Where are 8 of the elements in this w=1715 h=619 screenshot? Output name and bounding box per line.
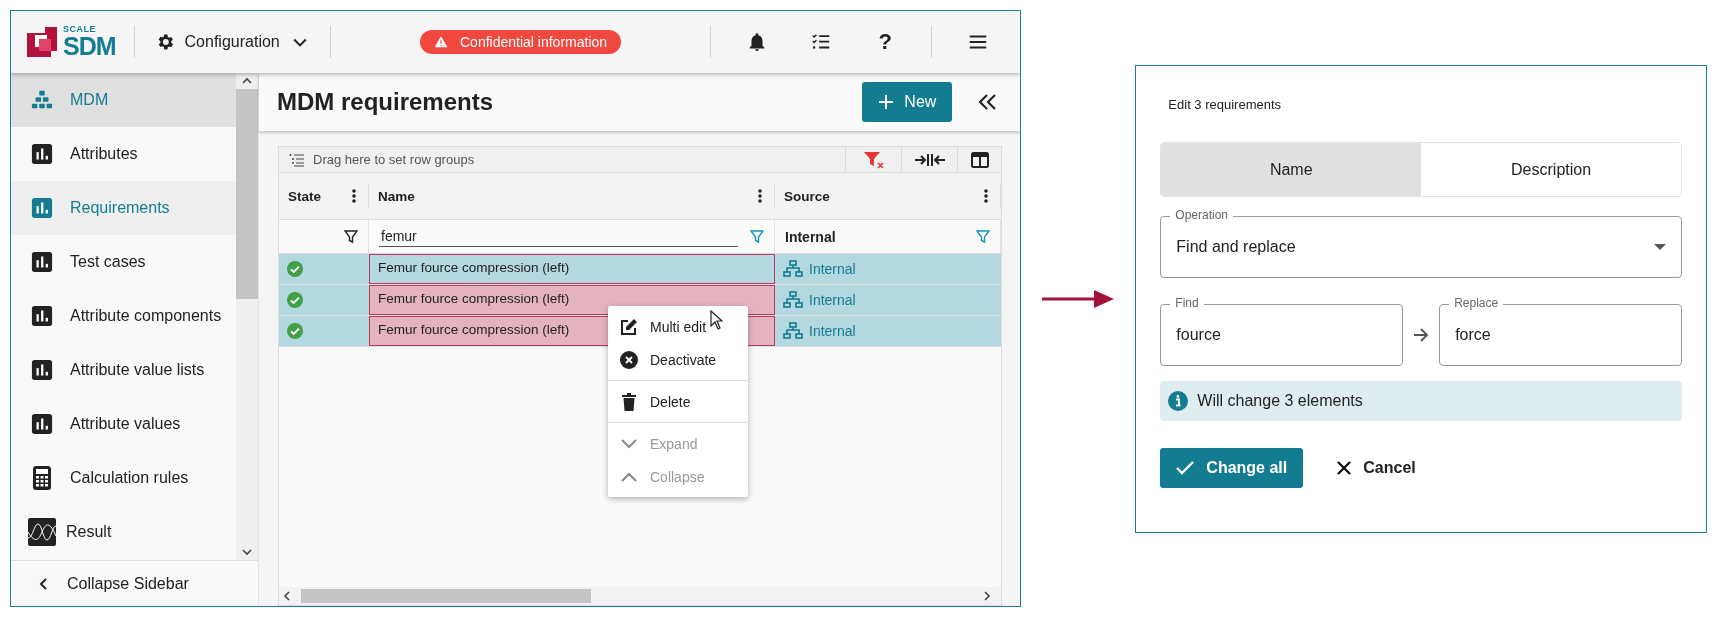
info-text: Will change 3 elements [1197, 392, 1363, 410]
logo-caption: SCALE [63, 25, 97, 34]
table-cell: Femur fource compression (left) [369, 254, 775, 284]
row-group-hint: Drag here to set row groups [313, 152, 476, 167]
page-title: MDM requirements [277, 88, 495, 116]
confidential-badge: Confidential information [420, 30, 622, 54]
dialog-title: Edit 3 requirements [1167, 97, 1283, 112]
logo-wordmark: SDM [63, 34, 116, 59]
